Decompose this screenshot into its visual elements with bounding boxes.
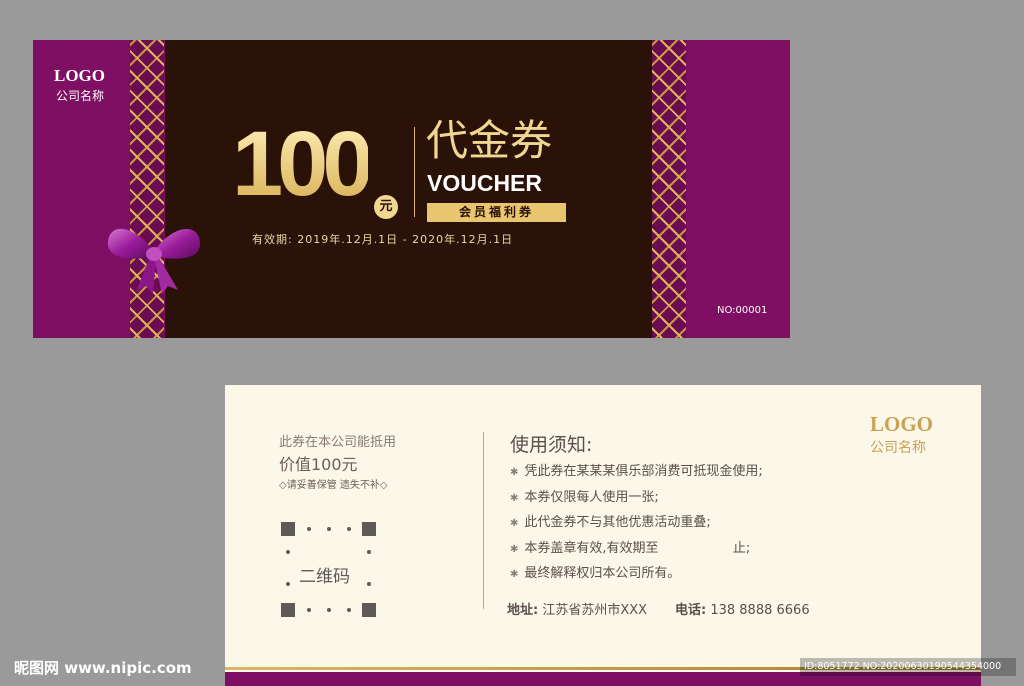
rule-item: ✱ 本券仅限每人使用一张; <box>510 489 659 505</box>
front-company-name: 公司名称 <box>56 89 105 103</box>
title-divider <box>414 127 415 217</box>
rule-item: ✱ 凭此券在某某某俱乐部消费可抵现金使用; <box>510 464 763 479</box>
gold-lace-right <box>652 40 686 338</box>
qr-dot <box>327 608 331 612</box>
address: 地址: 江苏省苏州市XXX <box>507 603 648 618</box>
qr-corner <box>281 603 295 617</box>
qr-dot <box>347 608 351 612</box>
back-value-text: 价值100元 <box>279 455 358 474</box>
member-benefit-badge: 会员福利券 <box>427 203 566 222</box>
qr-dot <box>367 582 371 586</box>
voucher-title-en: VOUCHER <box>427 170 543 196</box>
qr-corner <box>362 522 376 536</box>
rule-item: ✱ 此代金券不与其他优惠活动重叠; <box>510 515 711 530</box>
serial-number: NO:00001 <box>717 305 768 316</box>
star-bullet-icon: ✱ <box>510 518 519 529</box>
qr-dot <box>347 527 351 531</box>
star-bullet-icon: ✱ <box>510 569 519 580</box>
qr-dot <box>286 582 290 586</box>
qr-dot <box>367 550 371 554</box>
qr-code-label: 二维码 <box>299 567 350 587</box>
currency-unit-badge: 元 <box>374 195 398 219</box>
qr-dot <box>307 608 311 612</box>
rule-item: ✱ 最终解释权归本公司所有。 <box>510 566 681 581</box>
qr-corner <box>281 522 295 536</box>
voucher-amount: 100 <box>232 113 373 215</box>
front-logo: LOGO <box>54 66 106 85</box>
rule-item: ✱ 本券盖章有效,有效期至 止; <box>510 540 751 556</box>
star-bullet-icon: ✱ <box>510 467 519 478</box>
telephone: 电话: 138 8888 6666 <box>675 603 810 618</box>
qr-corner <box>362 603 376 617</box>
voucher-title-cn: 代金券 <box>426 116 553 165</box>
back-usage-text: 此券在本公司能抵用 <box>279 435 397 450</box>
ribbon-bow-icon <box>107 228 200 294</box>
qr-dot <box>327 527 331 531</box>
rules-list: ✱ 凭此券在某某某俱乐部消费可抵现金使用; ✱ 本券仅限每人使用一张; ✱ 此代金券不… <box>510 459 763 587</box>
star-bullet-icon: ✱ <box>510 492 519 504</box>
rules-title: 使用须知: <box>510 434 593 456</box>
qr-dot <box>307 527 311 531</box>
qr-dot <box>286 550 290 554</box>
back-company-name: 公司名称 <box>870 440 926 456</box>
site-watermark: 昵图网 www.nipic.com <box>14 659 192 677</box>
back-keep-notice: ◇请妥善保管 遗失不补◇ <box>279 480 388 491</box>
validity-period: 有效期: 2019年.12月.1日 - 2020年.12月.1日 <box>252 233 514 246</box>
star-bullet-icon: ✱ <box>510 543 519 555</box>
back-logo: LOGO <box>870 412 934 436</box>
back-divider <box>483 432 484 609</box>
image-id-watermark: ID:8051772 NO:20200630190544354000 <box>800 658 1016 676</box>
